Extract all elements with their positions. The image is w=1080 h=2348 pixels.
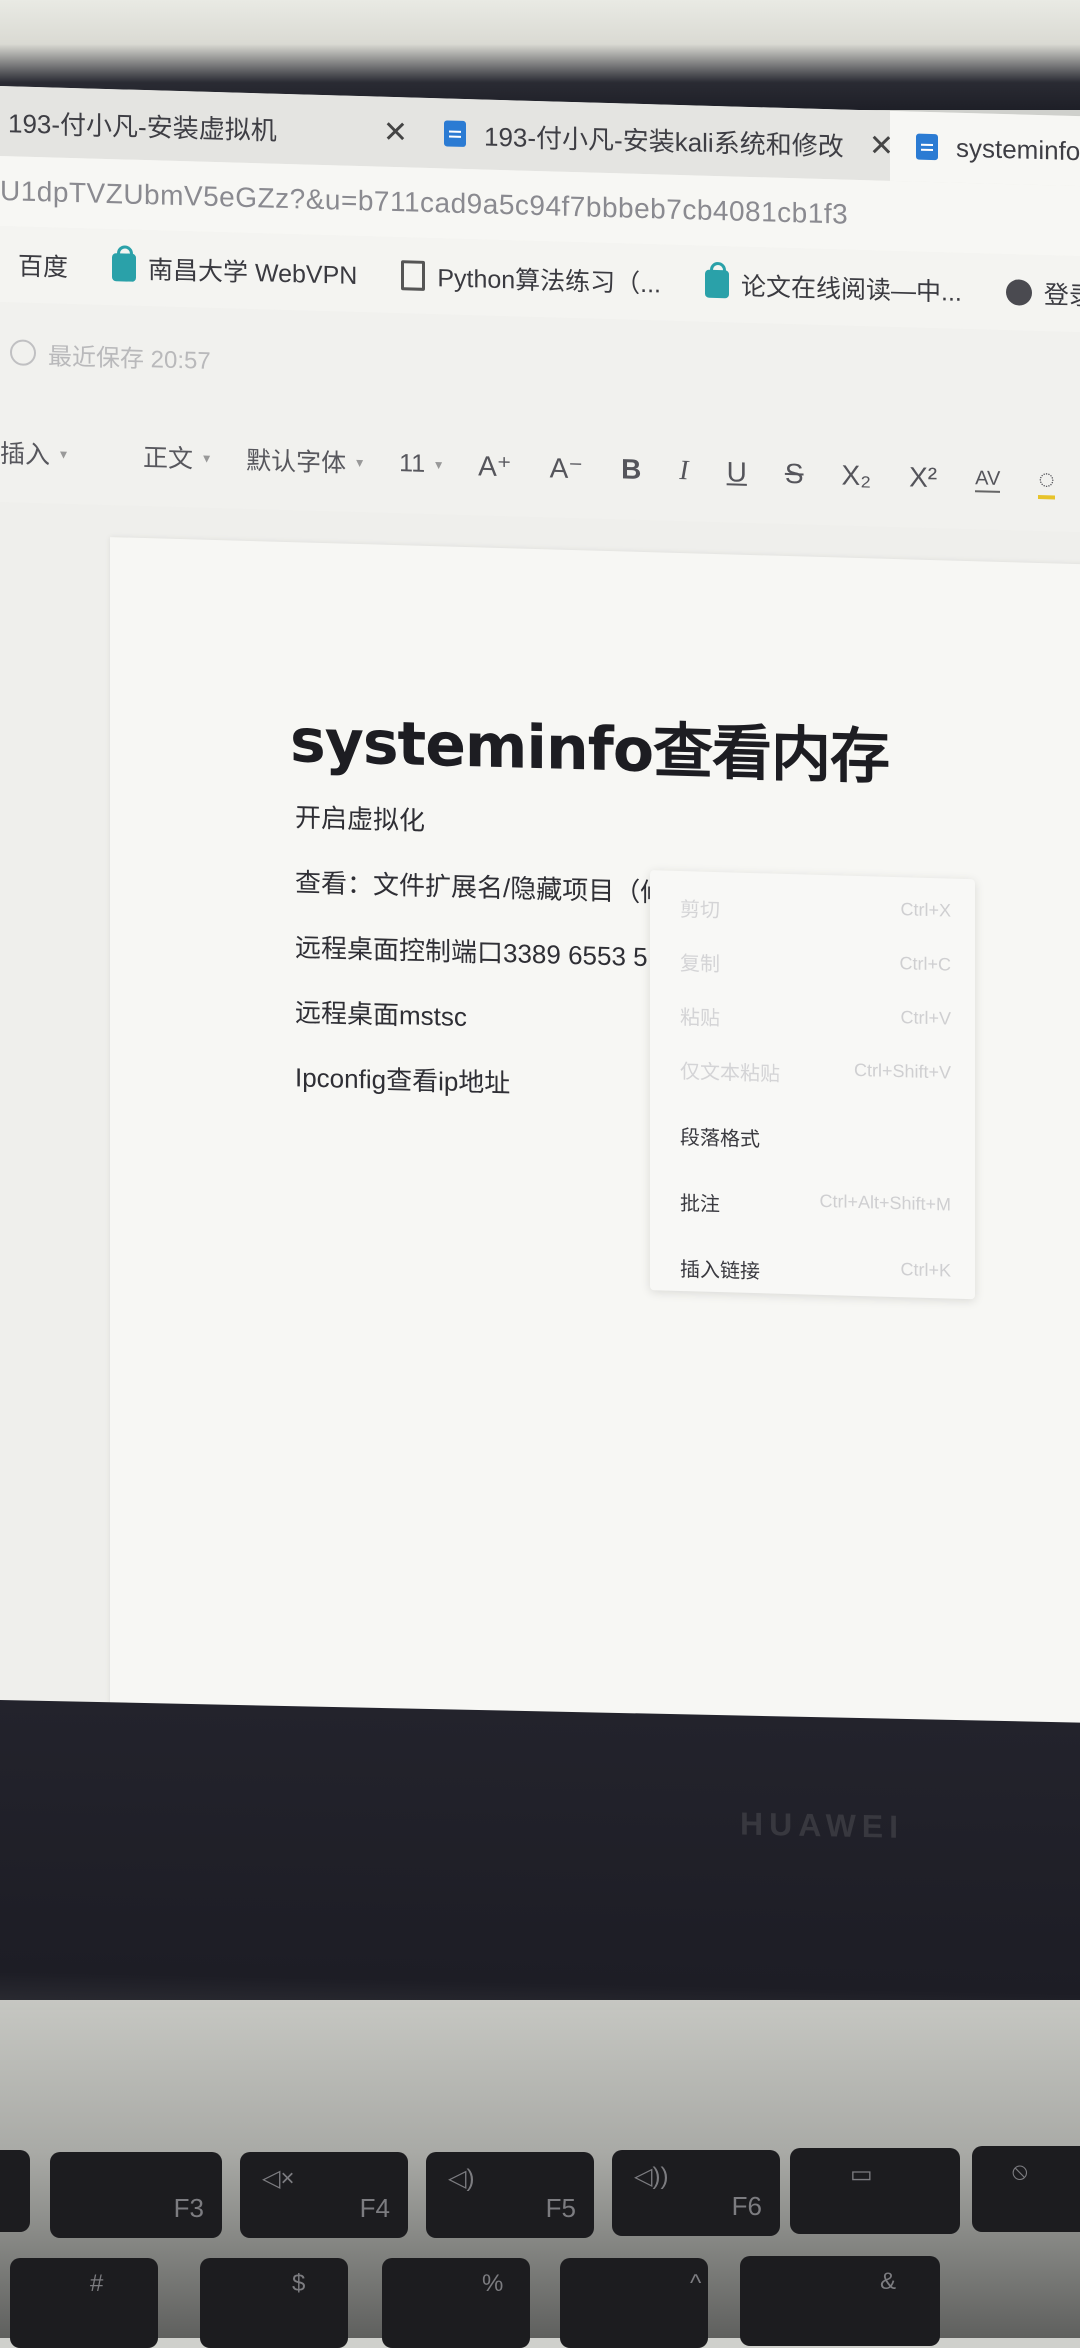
menu-item-paste[interactable]: 粘贴 Ctrl+V xyxy=(680,1001,951,1039)
menu-item-shortcut: Ctrl+V xyxy=(900,1007,951,1029)
key-f4: ◁× F4 xyxy=(240,2152,408,2238)
mic-mute-icon: ⦸ xyxy=(1012,2158,1028,2185)
key-5: % xyxy=(382,2258,530,2348)
style-label: 正文 xyxy=(143,443,194,474)
document-canvas: systeminfo查看内存 开启虚拟化 查看：文件扩展名/隐藏项目（修改文件属… xyxy=(0,502,1080,1757)
highlight-icon[interactable]: ◌ xyxy=(1038,463,1055,500)
tab-install-vm[interactable]: 193-付小凡-安装虚拟机 ✕ xyxy=(0,86,428,168)
key-4: $ xyxy=(200,2258,348,2348)
key-label: # xyxy=(90,2270,104,2297)
menu-item-insert-link[interactable]: 插入链接 Ctrl+K xyxy=(680,1253,951,1291)
tab-systeminfo[interactable]: systeminfo xyxy=(890,110,1080,187)
strikethrough-button[interactable]: S xyxy=(785,458,804,491)
tab-label: systeminfo xyxy=(956,132,1080,166)
menu-item-cut[interactable]: 剪切 Ctrl+X xyxy=(680,893,951,931)
paragraph[interactable]: Ipconfig查看ip地址 xyxy=(295,1057,510,1100)
bookmark-python[interactable]: Python算法练习（... xyxy=(401,257,661,300)
save-status: 最近保存 20:57 xyxy=(48,342,211,375)
insert-label: 插入 xyxy=(0,440,51,470)
menu-item-shortcut: Ctrl+C xyxy=(899,953,951,975)
bookmark-label: 百度 xyxy=(18,252,69,282)
superscript-button[interactable]: X² xyxy=(909,461,937,494)
character-spacing-button[interactable]: AV xyxy=(975,466,1001,493)
bookmark-label: 南昌大学 WebVPN xyxy=(148,256,358,290)
caret-down-icon: ▾ xyxy=(356,453,364,470)
menu-item-label: 剪切 xyxy=(680,898,720,923)
menu-item-paragraph-format[interactable]: 段落格式 xyxy=(680,1121,951,1159)
underline-button[interactable]: U xyxy=(727,456,747,489)
italic-button[interactable]: I xyxy=(679,455,688,487)
document-title[interactable]: systeminfo查看内存 xyxy=(290,692,889,796)
menu-item-label: 复制 xyxy=(680,952,720,977)
font-family-select[interactable]: 默认字体 ▾ xyxy=(246,441,363,480)
bookmark-label: 登录注册 xyxy=(1043,281,1080,312)
paragraph-style-select[interactable]: 正文 ▾ xyxy=(143,438,210,476)
camera-icon: ▭ xyxy=(850,2161,873,2188)
insert-menu[interactable]: 插入 ▾ xyxy=(0,434,67,472)
key-label: % xyxy=(482,2270,504,2297)
bookmark-baidu[interactable]: 百度 xyxy=(18,247,68,284)
key-label: F6 xyxy=(731,2191,762,2221)
menu-item-copy[interactable]: 复制 Ctrl+C xyxy=(680,947,951,985)
bookmark-paper[interactable]: 论文在线阅读—中... xyxy=(705,266,962,309)
menu-item-paste-text[interactable]: 仅文本粘贴 Ctrl+Shift+V xyxy=(680,1055,951,1093)
globe-icon xyxy=(1005,279,1032,306)
document-page[interactable]: systeminfo查看内存 开启虚拟化 查看：文件扩展名/隐藏项目（修改文件属… xyxy=(110,537,1080,1757)
caret-down-icon: ▾ xyxy=(60,445,68,462)
menu-item-shortcut: Ctrl+K xyxy=(900,1259,951,1281)
menu-item-label: 段落格式 xyxy=(680,1126,760,1152)
paragraph[interactable]: 远程桌面控制端口3389 6553 5 xyxy=(295,927,648,974)
key-f2 xyxy=(0,2150,30,2232)
font-label: 默认字体 xyxy=(246,446,347,478)
caret-down-icon: ▾ xyxy=(203,449,211,466)
key-6: ^ xyxy=(560,2258,708,2348)
brand-logo: HUAWEI xyxy=(740,1805,904,1845)
lock-icon xyxy=(705,269,729,299)
laptop-screen: 193-付小凡-安装虚拟机 ✕ 193-付小凡-安装kali系统和修改 ✕ sy… xyxy=(0,86,1080,1757)
bold-button[interactable]: B xyxy=(621,453,641,486)
menu-item-label: 批注 xyxy=(680,1192,720,1217)
context-menu: 剪切 Ctrl+X 复制 Ctrl+C 粘贴 Ctrl+V 仅文本粘贴 Ctrl+Shi… xyxy=(650,870,975,1300)
bookmark-login[interactable]: 登录注册 xyxy=(1005,274,1080,314)
key-mic: ⦸ xyxy=(972,2146,1080,2232)
key-7: & xyxy=(740,2256,940,2346)
key-label: & xyxy=(880,2268,897,2295)
menu-item-label: 插入链接 xyxy=(680,1258,760,1284)
caret-down-icon: ▾ xyxy=(435,455,443,472)
key-f6: ◁)) F6 xyxy=(612,2150,780,2236)
menu-item-shortcut: Ctrl+Shift+V xyxy=(853,1059,951,1083)
bookmark-label: 论文在线阅读—中... xyxy=(741,272,962,307)
url-text: U1dpTVZUbmV5eGZz?&u=b711cad9a5c94f7bbbeb… xyxy=(0,175,849,230)
menu-item-label: 仅文本粘贴 xyxy=(680,1060,780,1086)
key-f5: ◁) F5 xyxy=(426,2152,594,2238)
key-3: # xyxy=(10,2258,158,2348)
key-label: F3 xyxy=(173,2193,204,2223)
menu-item-label: 粘贴 xyxy=(680,1006,720,1031)
font-size-select[interactable]: 11 ▾ xyxy=(399,449,442,479)
paragraph[interactable]: 开启虚拟化 xyxy=(295,797,425,838)
menu-item-comment[interactable]: 批注 Ctrl+Alt+Shift+M xyxy=(680,1187,951,1225)
laptop-keyboard-deck: F3 ◁× F4 ◁) F5 ◁)) F6 ▭ ⦸ # $ % ^ & xyxy=(0,2000,1080,2348)
lock-icon xyxy=(112,253,137,282)
paragraph[interactable]: 远程桌面mstsc xyxy=(295,992,467,1034)
docs-favicon-icon xyxy=(444,120,466,148)
key-label: F4 xyxy=(359,2193,390,2223)
bookmark-label: Python算法练习（... xyxy=(437,264,661,299)
document-icon xyxy=(401,260,426,291)
bookmark-webvpn[interactable]: 南昌大学 WebVPN xyxy=(112,249,357,292)
check-icon xyxy=(10,339,36,367)
tab-label: 193-付小凡-安装虚拟机 xyxy=(8,107,277,146)
key-f3: F3 xyxy=(50,2152,222,2238)
docs-favicon-icon xyxy=(916,133,938,161)
key-camera: ▭ xyxy=(790,2148,960,2234)
menu-item-shortcut: Ctrl+X xyxy=(900,899,951,921)
tab-label: 193-付小凡-安装kali系统和修改 xyxy=(484,121,844,162)
shrink-font-button[interactable]: A⁻ xyxy=(550,451,583,485)
subscript-button[interactable]: X₂ xyxy=(842,460,872,493)
key-label: $ xyxy=(292,2270,306,2297)
grow-font-button[interactable]: A⁺ xyxy=(478,449,511,483)
size-label: 11 xyxy=(399,448,426,478)
key-label: F5 xyxy=(545,2193,576,2223)
menu-item-shortcut: Ctrl+Alt+Shift+M xyxy=(819,1190,951,1215)
